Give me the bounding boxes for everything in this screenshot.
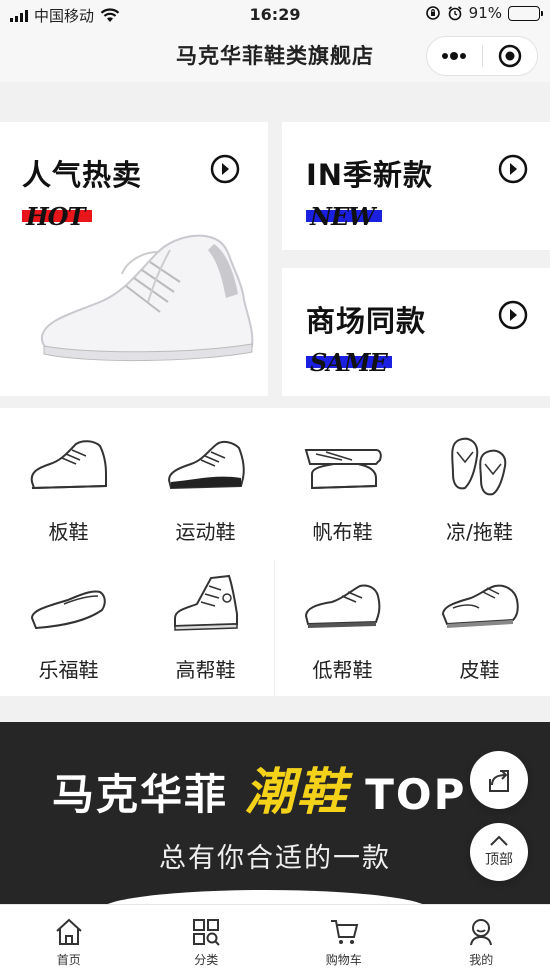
skate-shoe-icon	[30, 440, 107, 490]
share-icon	[489, 770, 509, 792]
promo-section: 人气热卖 HOT IN季新款 NEW 商场同款 SAME	[0, 122, 550, 396]
category-grid: 板鞋 运动鞋 帆布鞋 凉/拖鞋 乐福鞋 高帮鞋 低帮鞋 皮鞋	[0, 408, 550, 696]
banner-title: 马克华菲 潮鞋 TOP	[52, 752, 466, 824]
promo-same-card[interactable]: 商场同款 SAME	[282, 268, 550, 396]
back-to-top-button[interactable]: 顶部	[470, 823, 528, 881]
canvas-shoe-icon	[304, 449, 382, 490]
arrow-right-icon[interactable]	[498, 154, 528, 184]
status-bar: 中国移动 16:29 91%	[0, 0, 550, 30]
grid-icon	[193, 919, 220, 946]
category-label: 乐福鞋	[38, 658, 99, 682]
back-to-top-label: 顶部	[485, 852, 513, 868]
category-label: 运动鞋	[175, 520, 236, 544]
promo-tag-text: NEW	[310, 202, 375, 231]
bottom-tab-bar: 首页 分类 购物车 我的	[0, 904, 550, 977]
tab-category[interactable]: 分类	[138, 905, 276, 977]
mini-program-capsule	[426, 36, 538, 76]
trend-banner[interactable]: 马克华菲 潮鞋 TOP 总有你合适的一款	[0, 722, 550, 904]
promo-new-card[interactable]: IN季新款 NEW	[282, 122, 550, 250]
category-item[interactable]: 乐福鞋	[0, 546, 137, 684]
banner-decoration	[100, 890, 430, 904]
slipper-icon	[450, 437, 506, 496]
promo-title: IN季新款	[306, 158, 434, 192]
grid-divider	[274, 560, 275, 696]
category-label: 板鞋	[48, 520, 89, 544]
tab-label: 分类	[194, 953, 219, 967]
orientation-lock-icon	[425, 6, 440, 20]
tab-cart[interactable]: 购物车	[275, 905, 413, 977]
promo-hot-card[interactable]: 人气热卖 HOT	[0, 122, 268, 396]
close-target-icon[interactable]	[483, 37, 538, 75]
tab-home[interactable]: 首页	[0, 905, 138, 977]
share-button[interactable]	[470, 751, 528, 809]
category-label: 皮鞋	[459, 658, 500, 682]
battery-icon	[508, 5, 543, 21]
tab-label: 首页	[56, 953, 81, 967]
banner-subtitle: 总有你合适的一款	[159, 843, 391, 874]
category-item[interactable]: 凉/拖鞋	[411, 408, 548, 546]
white-sneaker-image	[40, 234, 254, 362]
banner-title-suffix: TOP	[365, 770, 467, 819]
category-item[interactable]: 低帮鞋	[274, 546, 411, 684]
category-item[interactable]: 皮鞋	[411, 546, 548, 684]
cart-icon	[330, 920, 359, 944]
category-item[interactable]: 运动鞋	[137, 408, 274, 546]
user-icon	[470, 919, 493, 946]
tab-profile[interactable]: 我的	[413, 905, 550, 977]
tab-label: 我的	[469, 953, 494, 967]
alarm-icon	[448, 6, 462, 21]
category-item[interactable]: 高帮鞋	[137, 546, 274, 684]
low-top-icon	[304, 584, 380, 628]
banner-title-accent: 潮鞋	[244, 763, 349, 821]
arrow-right-icon[interactable]	[210, 154, 240, 184]
category-item[interactable]: 帆布鞋	[274, 408, 411, 546]
more-dots-icon[interactable]	[427, 37, 482, 75]
arrow-right-icon[interactable]	[498, 300, 528, 330]
tab-label: 购物车	[325, 953, 362, 967]
category-label: 帆布鞋	[312, 520, 373, 544]
battery-percent: 91%	[468, 4, 502, 22]
category-label: 高帮鞋	[175, 658, 236, 682]
banner-title-prefix: 马克华菲	[52, 770, 229, 819]
sport-shoe-icon	[167, 440, 245, 490]
category-label: 凉/拖鞋	[446, 520, 513, 544]
high-top-icon	[173, 574, 238, 631]
loafer-icon	[30, 590, 106, 630]
leather-shoe-icon	[441, 584, 519, 628]
promo-tag-text: SAME	[310, 348, 388, 377]
status-right: 91%	[425, 4, 543, 22]
nav-bar: 马克华菲鞋类旗舰店	[0, 30, 550, 82]
promo-title: 人气热卖	[22, 158, 143, 192]
home-icon	[56, 918, 82, 945]
category-label: 低帮鞋	[312, 658, 373, 682]
chevron-up-icon	[490, 835, 508, 846]
category-item[interactable]: 板鞋	[0, 408, 137, 546]
promo-title: 商场同款	[306, 304, 427, 338]
